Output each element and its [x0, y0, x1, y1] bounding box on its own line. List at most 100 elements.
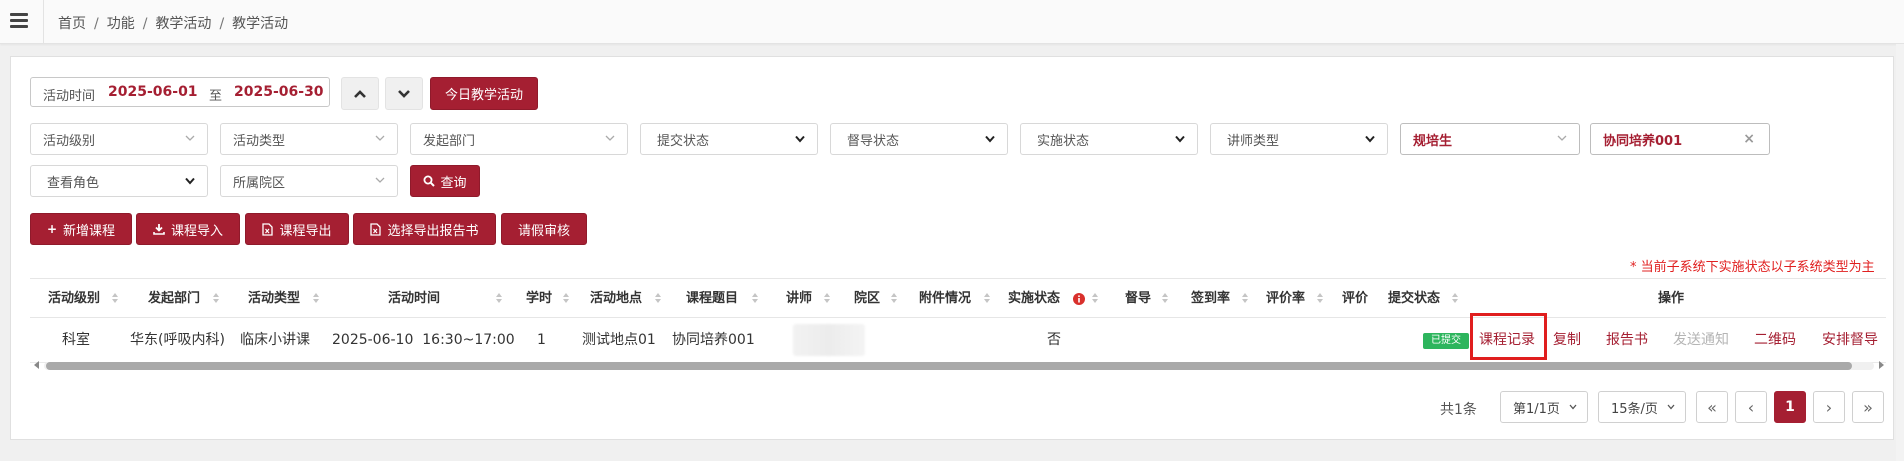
- sort-icon[interactable]: [655, 293, 661, 305]
- last-page-button[interactable]: »: [1852, 391, 1884, 423]
- first-page-button[interactable]: «: [1696, 391, 1728, 423]
- col-rating-rate[interactable]: 评价率: [1266, 279, 1305, 319]
- sort-icon[interactable]: [1317, 293, 1323, 305]
- sort-icon[interactable]: [1452, 293, 1458, 305]
- status-note: * 当前子系统下实施状态以子系统类型为主: [1630, 260, 1875, 275]
- copy-link[interactable]: 复制: [1553, 318, 1581, 363]
- query-button[interactable]: 查询: [410, 165, 480, 197]
- lecturer-type-select[interactable]: 讲师类型: [1210, 123, 1388, 155]
- supervise-status-select[interactable]: 督导状态: [830, 123, 1008, 155]
- menu-icon[interactable]: [10, 13, 28, 29]
- col-lecturer[interactable]: 讲师: [786, 279, 812, 319]
- campus-select[interactable]: 所属院区: [220, 165, 398, 197]
- next-page-button[interactable]: ›: [1813, 391, 1845, 423]
- col-attachment[interactable]: 附件情况: [919, 279, 971, 319]
- view-role-select[interactable]: 查看角色: [30, 165, 208, 197]
- sort-icon[interactable]: [824, 293, 830, 305]
- col-campus[interactable]: 院区: [854, 279, 880, 319]
- col-place[interactable]: 活动地点: [590, 279, 642, 319]
- col-activity-level[interactable]: 活动级别: [48, 279, 100, 319]
- cell-type: 临床小讲课: [240, 332, 310, 348]
- sort-icon[interactable]: [1242, 293, 1248, 305]
- import-course-button[interactable]: 课程导入: [136, 213, 240, 245]
- activity-type-select[interactable]: 活动类型: [220, 123, 398, 155]
- current-page-button[interactable]: 1: [1774, 391, 1806, 423]
- breadcrumb-home[interactable]: 首页: [58, 16, 86, 32]
- sort-icon[interactable]: [112, 293, 118, 305]
- chevron-up-button[interactable]: [341, 77, 379, 110]
- cell-title: 协同培养001: [672, 332, 755, 348]
- today-activity-button[interactable]: 今日教学活动: [430, 77, 538, 110]
- date-start[interactable]: 2025-06-01: [108, 84, 198, 100]
- breadcrumb-teaching[interactable]: 教学活动: [155, 16, 211, 32]
- clear-icon[interactable]: ×: [1743, 131, 1755, 147]
- col-hours[interactable]: 学时: [526, 279, 552, 319]
- sort-icon[interactable]: [752, 293, 758, 305]
- lecturer-blurred: [793, 324, 865, 356]
- cell-level: 科室: [62, 332, 90, 348]
- qrcode-link[interactable]: 二维码: [1754, 318, 1796, 363]
- arrange-supervise-link[interactable]: 安排督导: [1822, 318, 1878, 363]
- scroll-right-icon[interactable]: [1879, 361, 1884, 369]
- query-label: 查询: [440, 175, 467, 191]
- add-course-button[interactable]: + 新增课程: [30, 213, 132, 245]
- sort-icon[interactable]: [213, 293, 219, 305]
- export-report-button[interactable]: 选择导出报告书: [353, 213, 496, 245]
- submit-status-select[interactable]: 提交状态: [640, 123, 818, 155]
- chevron-down-icon: [1667, 404, 1675, 410]
- today-activity-label: 今日教学活动: [444, 88, 523, 103]
- chevron-down-button[interactable]: [385, 77, 423, 110]
- scroll-left-icon[interactable]: [34, 361, 39, 369]
- submit-status-placeholder: 提交状态: [657, 133, 710, 149]
- col-evaluation[interactable]: 评价: [1342, 279, 1368, 319]
- trainee-type-select[interactable]: 规培生: [1400, 123, 1580, 155]
- total-count: 共1条: [1440, 402, 1477, 418]
- col-supervise[interactable]: 督导: [1125, 279, 1151, 319]
- vertical-scrollbar[interactable]: [1896, 44, 1904, 461]
- prev-page-button[interactable]: ‹: [1735, 391, 1767, 423]
- col-activity-time[interactable]: 活动时间: [388, 279, 440, 319]
- lecturer-type-placeholder: 讲师类型: [1227, 133, 1280, 149]
- col-activity-type[interactable]: 活动类型: [248, 279, 300, 319]
- per-page-value: 15条/页: [1611, 401, 1658, 417]
- chevron-up-icon: [354, 89, 366, 98]
- page-select[interactable]: 第1/1页: [1500, 391, 1588, 423]
- sort-icon[interactable]: [984, 293, 990, 305]
- excel-file-icon: [262, 222, 274, 236]
- activity-type-placeholder: 活动类型: [233, 133, 286, 149]
- col-submit-status[interactable]: 提交状态: [1388, 279, 1440, 319]
- per-page-select[interactable]: 15条/页: [1598, 391, 1686, 423]
- col-title[interactable]: 课程题目: [686, 279, 738, 319]
- cell-hours: 1: [537, 332, 546, 348]
- breadcrumb-function[interactable]: 功能: [107, 16, 135, 32]
- report-link[interactable]: 报告书: [1606, 318, 1648, 363]
- table-header: 活动级别 发起部门 活动类型 活动时间 学时 活动地点 课程题目 讲师 院区 附…: [30, 278, 1886, 318]
- activity-level-select[interactable]: 活动级别: [30, 123, 208, 155]
- activity-level-placeholder: 活动级别: [43, 133, 96, 149]
- col-impl-status[interactable]: 实施状态: [1008, 279, 1060, 319]
- sort-icon[interactable]: [891, 293, 897, 305]
- excel-file-icon: [370, 222, 382, 236]
- cell-department: 华东(呼吸内科): [130, 332, 225, 348]
- send-notify-link[interactable]: 发送通知: [1673, 318, 1729, 363]
- scroll-thumb[interactable]: [46, 362, 1852, 370]
- sort-icon[interactable]: [1092, 293, 1098, 305]
- sort-icon[interactable]: [563, 293, 569, 305]
- cell-impl-status: 否: [1047, 332, 1061, 348]
- department-select[interactable]: 发起部门: [410, 123, 628, 155]
- col-department[interactable]: 发起部门: [148, 279, 200, 319]
- impl-status-select[interactable]: 实施状态: [1020, 123, 1198, 155]
- leave-review-button[interactable]: 请假审核: [501, 213, 587, 245]
- info-icon[interactable]: [1073, 293, 1085, 305]
- horizontal-scrollbar[interactable]: [32, 359, 1886, 371]
- sort-icon[interactable]: [496, 293, 502, 305]
- date-range-field[interactable]: 活动时间 2025-06-01 至 2025-06-30: [30, 77, 330, 107]
- date-end[interactable]: 2025-06-30: [234, 84, 324, 100]
- export-course-button[interactable]: 课程导出: [245, 213, 349, 245]
- topbar-divider: [43, 0, 44, 44]
- sort-icon[interactable]: [1162, 293, 1168, 305]
- col-operations: 操作: [1658, 291, 1685, 306]
- course-select[interactable]: 协同培养001 ×: [1590, 123, 1770, 155]
- sort-icon[interactable]: [313, 293, 319, 305]
- col-signin-rate[interactable]: 签到率: [1191, 279, 1230, 319]
